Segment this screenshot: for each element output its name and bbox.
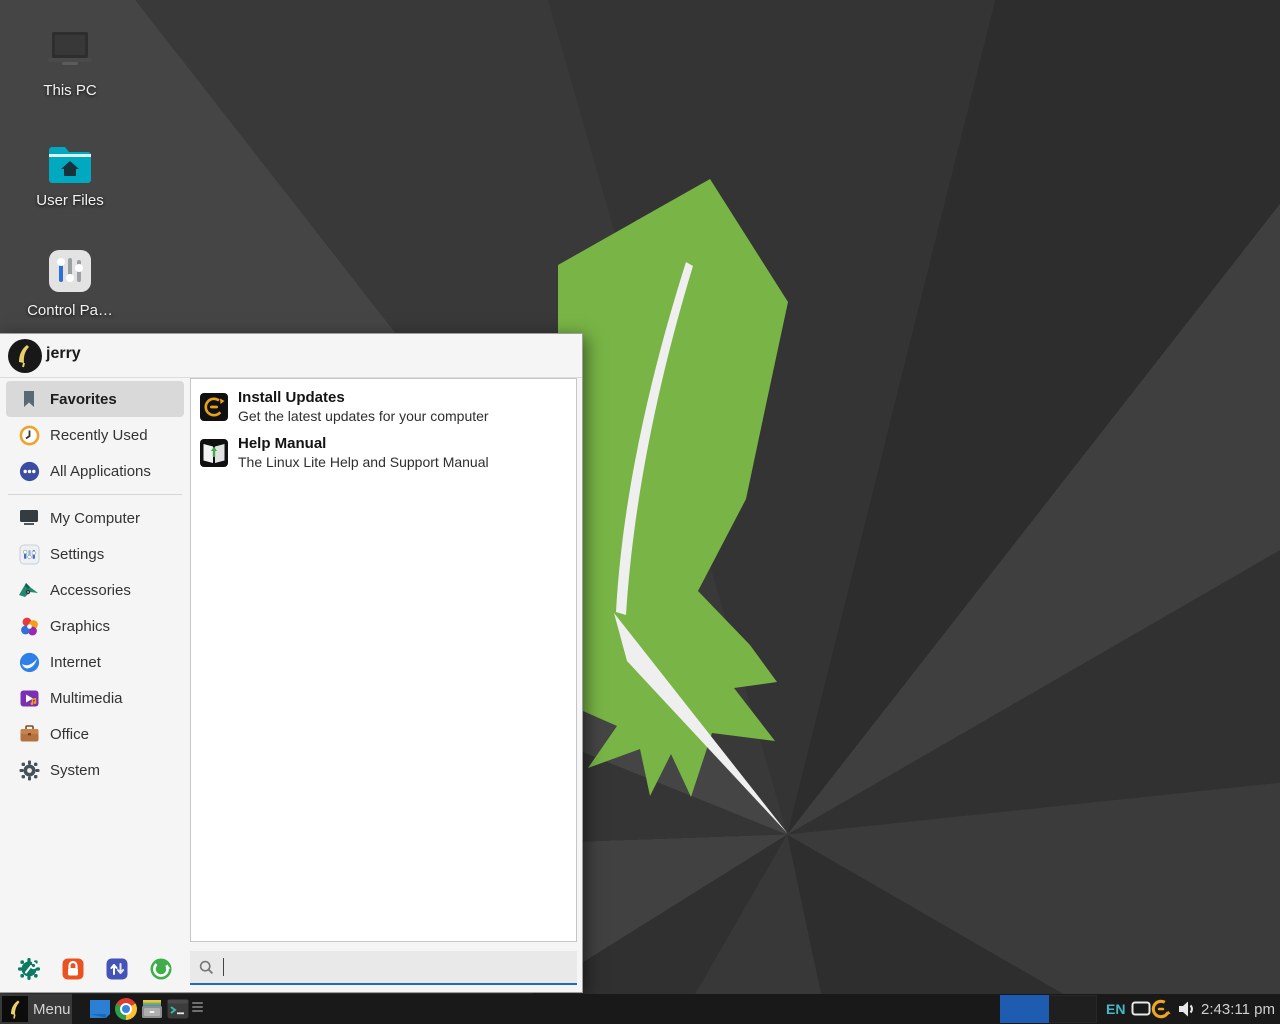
logout-button[interactable]: [148, 956, 174, 982]
taskbar: Menu EN: [0, 994, 1280, 1024]
volume-tray-button[interactable]: [1176, 998, 1198, 1020]
keyboard-layout-indicator[interactable]: EN: [1106, 1001, 1125, 1017]
menu-sidebar: Favorites Recently Used All Applications: [6, 381, 184, 788]
sidebar-separator: [8, 494, 182, 495]
sidebar-item-favorites[interactable]: Favorites: [6, 381, 184, 417]
file-manager-launcher[interactable]: [140, 997, 164, 1021]
media-play-icon: [18, 687, 40, 709]
menu-item-install-updates[interactable]: Install Updates Get the latest updates f…: [195, 384, 572, 430]
menu-button[interactable]: Menu: [0, 994, 72, 1024]
switch-user-icon: [105, 957, 129, 981]
sidebar-item-label: All Applications: [50, 463, 151, 480]
applications-menu-panel: jerry Favorites Recently Used: [0, 333, 583, 993]
globe-browser-icon: [18, 651, 40, 673]
sidebar-item-label: Recently Used: [50, 427, 148, 444]
menu-item-title: Install Updates: [238, 389, 489, 408]
terminal-icon: [166, 997, 190, 1021]
color-flower-icon: [18, 615, 40, 637]
updates-tray-icon: [1150, 997, 1172, 1021]
updates-icon: [199, 392, 229, 422]
update-notifier-button[interactable]: [1150, 998, 1172, 1020]
bookmark-icon: [18, 388, 40, 410]
desktop-icon-control-panel[interactable]: Control Pa…: [10, 242, 130, 319]
user-avatar[interactable]: [8, 339, 42, 373]
sidebar-item-label: Accessories: [50, 582, 131, 599]
desktop-icon-this-pc[interactable]: This PC: [10, 22, 130, 99]
clock[interactable]: 2:43:11 pm: [1201, 1001, 1275, 1018]
help-book-icon: [199, 438, 229, 468]
sidebar-item-system[interactable]: System: [6, 752, 184, 788]
sidebar-item-label: Favorites: [50, 391, 117, 408]
switch-user-button[interactable]: [104, 956, 130, 982]
logout-icon: [149, 957, 173, 981]
desktop-icon-label: User Files: [10, 192, 130, 209]
file-manager-icon: [140, 997, 164, 1021]
grid-dots-icon: [18, 460, 40, 482]
sidebar-item-label: Internet: [50, 654, 101, 671]
sidebar-item-label: My Computer: [50, 510, 140, 527]
display-icon: [1131, 1001, 1151, 1017]
feather-avatar-icon: [15, 344, 35, 368]
chrome-launcher[interactable]: [114, 997, 138, 1021]
computer-icon: [18, 507, 40, 529]
desktop-icon-label: This PC: [10, 82, 130, 99]
laptop-icon: [10, 22, 130, 74]
menu-item-title: Help Manual: [238, 435, 489, 454]
menu-button-label: Menu: [33, 1001, 71, 1018]
show-desktop-icon: [88, 998, 112, 1020]
sidebar-item-office[interactable]: Office: [6, 716, 184, 752]
sidebar-item-accessories[interactable]: Accessories: [6, 572, 184, 608]
utility-knife-icon: [18, 579, 40, 601]
menu-username: jerry: [46, 345, 81, 363]
lock-screen-button[interactable]: [60, 956, 86, 982]
sidebar-item-label: Settings: [50, 546, 104, 563]
sliders-icon: [18, 543, 40, 565]
sidebar-item-multimedia[interactable]: Multimedia: [6, 680, 184, 716]
sidebar-item-label: Multimedia: [50, 690, 123, 707]
sidebar-item-internet[interactable]: Internet: [6, 644, 184, 680]
terminal-launcher[interactable]: [166, 997, 190, 1021]
desktop-icon-label: Control Pa…: [10, 302, 130, 319]
workspace-inactive[interactable]: [1049, 995, 1097, 1023]
menu-favorites-list: Install Updates Get the latest updates f…: [190, 378, 577, 942]
sidebar-item-label: Graphics: [50, 618, 110, 635]
settings-manager-icon: [17, 957, 41, 981]
menu-item-help-manual[interactable]: Help Manual The Linux Lite Help and Supp…: [195, 430, 572, 476]
sidebar-item-graphics[interactable]: Graphics: [6, 608, 184, 644]
briefcase-icon: [18, 723, 40, 745]
control-panel-icon: [10, 242, 130, 294]
display-tray-button[interactable]: [1130, 998, 1152, 1020]
home-folder-icon: [10, 132, 130, 184]
gear-icon: [18, 759, 40, 781]
show-desktop-button[interactable]: [88, 997, 112, 1021]
clock-icon: [18, 424, 40, 446]
sidebar-item-recently-used[interactable]: Recently Used: [6, 417, 184, 453]
settings-manager-button[interactable]: [16, 956, 42, 982]
menu-header: jerry: [0, 334, 582, 378]
lock-screen-icon: [61, 957, 85, 981]
sidebar-item-settings[interactable]: Settings: [6, 536, 184, 572]
feather-menu-icon: [2, 996, 28, 1022]
workspace-switcher[interactable]: [1000, 995, 1097, 1023]
sidebar-item-label: System: [50, 762, 100, 779]
menu-item-subtitle: The Linux Lite Help and Support Manual: [238, 454, 489, 472]
menu-item-subtitle: Get the latest updates for your computer: [238, 408, 489, 426]
menu-action-buttons: [0, 956, 190, 982]
sidebar-item-my-computer[interactable]: My Computer: [6, 500, 184, 536]
workspace-active[interactable]: [1000, 995, 1049, 1023]
desktop-icon-user-files[interactable]: User Files: [10, 132, 130, 209]
chrome-icon: [115, 998, 137, 1020]
sidebar-item-label: Office: [50, 726, 89, 743]
menu-search-field[interactable]: [190, 951, 577, 985]
sidebar-item-all-applications[interactable]: All Applications: [6, 453, 184, 489]
volume-icon: [1177, 999, 1197, 1019]
window-list-handle[interactable]: [192, 1002, 203, 1016]
